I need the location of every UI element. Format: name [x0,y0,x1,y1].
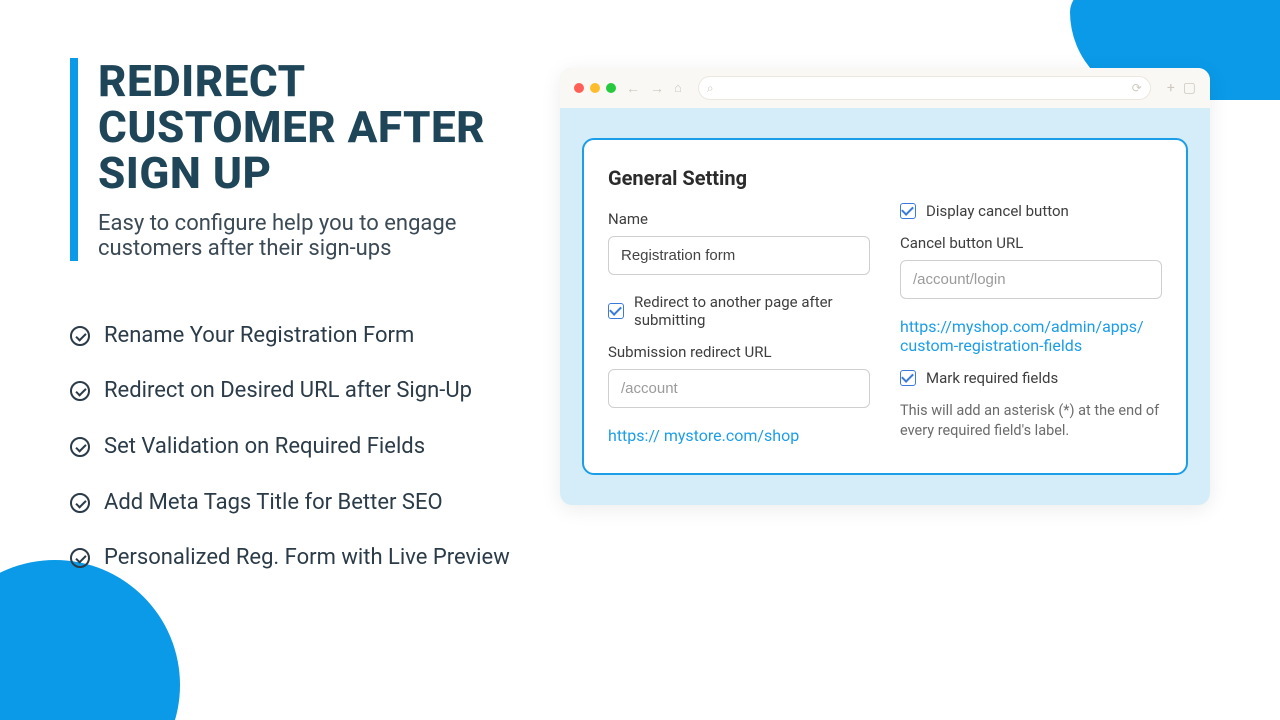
name-input[interactable] [608,236,870,275]
mark-required-checkbox[interactable] [900,370,916,386]
check-icon [70,381,90,401]
redirect-url-input[interactable] [608,369,870,408]
back-icon[interactable]: ← [626,80,640,97]
general-setting-panel: General Setting Name Redirect to another… [582,138,1188,475]
panel-heading: General Setting [608,166,870,190]
redirect-example-link[interactable]: https:// mystore.com/shop [608,426,870,445]
window-close-icon[interactable] [574,83,584,93]
feature-item: Add Meta Tags Title for Better SEO [104,488,443,518]
check-icon [70,326,90,346]
redirect-checkbox[interactable] [608,303,624,319]
tabs-icon[interactable]: ▢ [1183,80,1196,96]
redirect-checkbox-label: Redirect to another page after submittin… [634,293,870,329]
feature-item: Redirect on Desired URL after Sign-Up [104,376,472,406]
home-icon[interactable]: ⌂ [674,80,682,96]
display-cancel-checkbox[interactable] [900,203,916,219]
check-icon [70,548,90,568]
mark-required-label: Mark required fields [926,369,1058,387]
page-subtitle: Easy to configure help you to engage cus… [98,211,510,261]
display-cancel-label: Display cancel button [926,202,1069,220]
new-tab-icon[interactable]: + [1167,80,1175,96]
refresh-icon[interactable]: ⟳ [1132,81,1142,95]
feature-item: Set Validation on Required Fields [104,432,425,462]
feature-item: Personalized Reg. Form with Live Preview [104,543,510,573]
browser-chrome: ← → ⌂ ⌕ ⟳ + ▢ [560,68,1210,108]
mark-required-help: This will add an asterisk (*) at the end… [900,401,1162,442]
redirect-url-label: Submission redirect URL [608,343,870,361]
page-title: REDIRECT CUSTOMER AFTER SIGN UP [98,58,510,197]
check-icon [70,437,90,457]
search-icon: ⌕ [707,81,714,96]
forward-icon[interactable]: → [650,80,664,97]
feature-item: Rename Your Registration Form [104,321,414,351]
browser-mockup: ← → ⌂ ⌕ ⟳ + ▢ General Setting Name [560,68,1210,505]
feature-list: Rename Your Registration Form Redirect o… [70,321,510,573]
name-label: Name [608,210,870,228]
cancel-example-link[interactable]: https://myshop.com/admin/apps/ custom-re… [900,317,1162,355]
check-icon [70,493,90,513]
cancel-url-input[interactable] [900,260,1162,299]
cancel-url-label: Cancel button URL [900,234,1162,252]
address-bar[interactable]: ⌕ ⟳ [698,76,1151,100]
window-minimize-icon[interactable] [590,83,600,93]
window-maximize-icon[interactable] [606,83,616,93]
